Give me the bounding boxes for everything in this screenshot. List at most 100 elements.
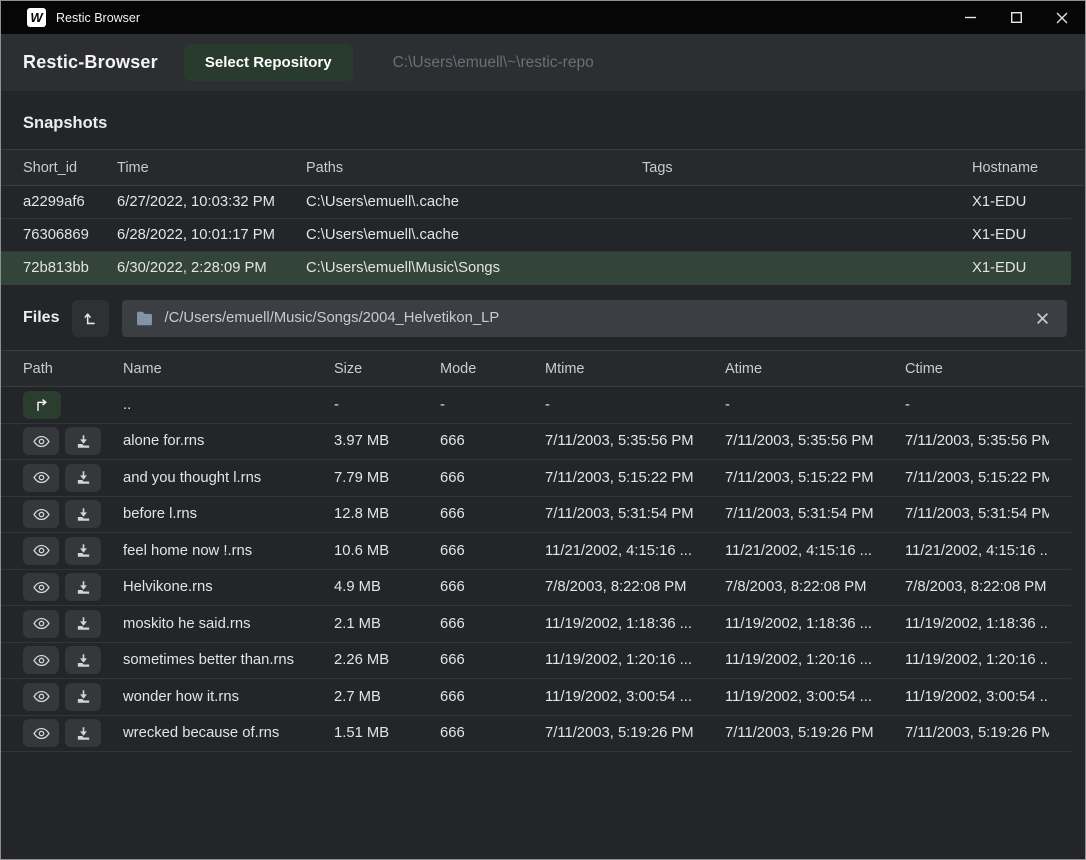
file-mode: 666 xyxy=(440,725,545,741)
file-atime: 11/21/2002, 4:15:16 ... xyxy=(725,543,905,559)
snapshot-row[interactable]: 76306869 6/28/2022, 10:01:17 PM C:\Users… xyxy=(1,219,1071,252)
file-ctime: 7/8/2003, 8:22:08 PM xyxy=(905,579,1049,595)
col-hostname: Hostname xyxy=(972,160,1063,176)
file-ctime: 11/21/2002, 4:15:16 ... xyxy=(905,543,1049,559)
file-row: before l.rns 12.8 MB 666 7/11/2003, 5:31… xyxy=(1,497,1071,534)
col-name: Name xyxy=(123,361,334,377)
file-size: 1.51 MB xyxy=(334,725,440,741)
download-icon xyxy=(76,507,91,522)
maximize-icon xyxy=(1011,12,1022,23)
download-file-button[interactable] xyxy=(65,610,101,638)
select-repository-button[interactable]: Select Repository xyxy=(184,44,353,81)
file-atime: 7/8/2003, 8:22:08 PM xyxy=(725,579,905,595)
snapshots-heading: Snapshots xyxy=(1,91,1085,149)
go-up-button[interactable] xyxy=(23,391,61,419)
snapshots-table-header: Short_id Time Paths Tags Hostname xyxy=(1,149,1085,186)
download-file-button[interactable] xyxy=(65,427,101,455)
download-icon xyxy=(76,434,91,449)
file-row: alone for.rns 3.97 MB 666 7/11/2003, 5:3… xyxy=(1,424,1071,461)
minimize-button[interactable] xyxy=(947,1,993,34)
view-file-button[interactable] xyxy=(23,427,59,455)
snapshot-hostname: X1-EDU xyxy=(972,227,1049,243)
file-mode: 666 xyxy=(440,543,545,559)
file-mode: 666 xyxy=(440,470,545,486)
file-name: Helvikone.rns xyxy=(123,579,334,595)
current-path: /C/Users/emuell/Music/Songs/2004_Helveti… xyxy=(164,310,1021,326)
section-gap xyxy=(1,285,1085,298)
download-file-button[interactable] xyxy=(65,573,101,601)
view-file-button[interactable] xyxy=(23,573,59,601)
view-file-button[interactable] xyxy=(23,719,59,747)
files-table-body: alone for.rns 3.97 MB 666 7/11/2003, 5:3… xyxy=(1,424,1085,753)
arrow-up-right-icon xyxy=(34,398,50,412)
file-mtime: 11/21/2002, 4:15:16 ... xyxy=(545,543,725,559)
file-mtime: 7/11/2003, 5:19:26 PM xyxy=(545,725,725,741)
snapshot-time: 6/30/2022, 2:28:09 PM xyxy=(117,260,306,276)
snapshot-short-id: 72b813bb xyxy=(23,260,117,276)
download-icon xyxy=(76,543,91,558)
download-icon xyxy=(76,580,91,595)
eye-icon xyxy=(33,654,50,667)
download-icon xyxy=(76,470,91,485)
clear-path-button[interactable] xyxy=(1032,308,1053,329)
level-up-button[interactable] xyxy=(72,300,109,337)
repository-path[interactable]: C:\Users\emuell\~\restic-repo xyxy=(393,54,594,72)
files-table-header: Path Name Size Mode Mtime Atime Ctime xyxy=(1,350,1085,387)
maximize-button[interactable] xyxy=(993,1,1039,34)
download-file-button[interactable] xyxy=(65,464,101,492)
parent-directory-row[interactable]: .. - - - - - xyxy=(1,387,1071,424)
download-file-button[interactable] xyxy=(65,683,101,711)
snapshot-time: 6/27/2022, 10:03:32 PM xyxy=(117,194,306,210)
snapshot-paths: C:\Users\emuell\Music\Songs xyxy=(306,260,642,276)
window-title: Restic Browser xyxy=(56,11,140,25)
folder-icon xyxy=(136,311,153,326)
download-file-button[interactable] xyxy=(65,719,101,747)
eye-icon xyxy=(33,617,50,630)
col-ctime: Ctime xyxy=(905,361,1063,377)
close-icon xyxy=(1056,12,1068,24)
file-mtime: 11/19/2002, 1:18:36 ... xyxy=(545,616,725,632)
col-tags: Tags xyxy=(642,160,972,176)
view-file-button[interactable] xyxy=(23,683,59,711)
file-mtime: 11/19/2002, 3:00:54 ... xyxy=(545,689,725,705)
view-file-button[interactable] xyxy=(23,464,59,492)
eye-icon xyxy=(33,544,50,557)
file-size: 7.79 MB xyxy=(334,470,440,486)
eye-icon xyxy=(33,471,50,484)
file-row: feel home now !.rns 10.6 MB 666 11/21/20… xyxy=(1,533,1071,570)
file-name: .. xyxy=(123,397,334,413)
app-header: Restic-Browser Select Repository C:\User… xyxy=(1,34,1085,91)
file-ctime: - xyxy=(905,397,1049,413)
view-file-button[interactable] xyxy=(23,500,59,528)
file-mode: 666 xyxy=(440,579,545,595)
file-mode: 666 xyxy=(440,689,545,705)
snapshot-hostname: X1-EDU xyxy=(972,260,1049,276)
file-size: 2.1 MB xyxy=(334,616,440,632)
titlebar: W Restic Browser xyxy=(1,1,1085,34)
view-file-button[interactable] xyxy=(23,537,59,565)
file-name: alone for.rns xyxy=(123,433,334,449)
view-file-button[interactable] xyxy=(23,610,59,638)
current-path-bar[interactable]: /C/Users/emuell/Music/Songs/2004_Helveti… xyxy=(122,300,1067,337)
snapshot-row[interactable]: 72b813bb 6/30/2022, 2:28:09 PM C:\Users\… xyxy=(1,252,1071,285)
file-row: Helvikone.rns 4.9 MB 666 7/8/2003, 8:22:… xyxy=(1,570,1071,607)
file-atime: 7/11/2003, 5:15:22 PM xyxy=(725,470,905,486)
col-size: Size xyxy=(334,361,440,377)
download-file-button[interactable] xyxy=(65,500,101,528)
file-size: 12.8 MB xyxy=(334,506,440,522)
file-row: wonder how it.rns 2.7 MB 666 11/19/2002,… xyxy=(1,679,1071,716)
file-ctime: 7/11/2003, 5:15:22 PM xyxy=(905,470,1049,486)
view-file-button[interactable] xyxy=(23,646,59,674)
col-mode: Mode xyxy=(440,361,545,377)
col-paths: Paths xyxy=(306,160,642,176)
file-atime: 7/11/2003, 5:31:54 PM xyxy=(725,506,905,522)
snapshot-row[interactable]: a2299af6 6/27/2022, 10:03:32 PM C:\Users… xyxy=(1,186,1071,219)
close-button[interactable] xyxy=(1039,1,1085,34)
download-file-button[interactable] xyxy=(65,646,101,674)
file-mode: - xyxy=(440,397,545,413)
app-window: W Restic Browser Restic-Browser Select R… xyxy=(0,0,1086,860)
file-ctime: 11/19/2002, 3:00:54 ... xyxy=(905,689,1049,705)
snapshot-paths: C:\Users\emuell\.cache xyxy=(306,227,642,243)
download-file-button[interactable] xyxy=(65,537,101,565)
clear-path-icon xyxy=(1036,312,1049,325)
